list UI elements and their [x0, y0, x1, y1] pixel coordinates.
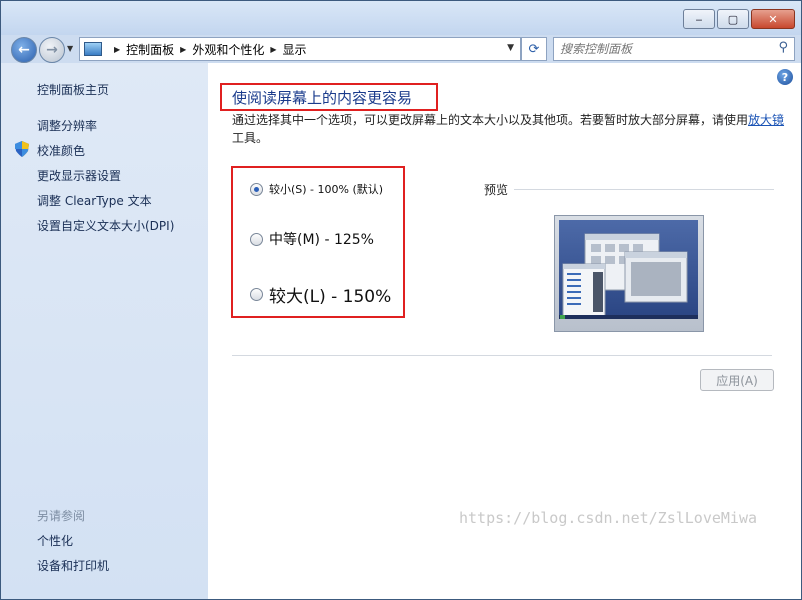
option-medium[interactable]: 中等(M) - 125%	[250, 229, 374, 249]
window-controls: ‒ ▢ ✕	[681, 9, 795, 29]
search-input[interactable]	[554, 38, 762, 60]
sidebar-item-display-settings[interactable]: 更改显示器设置	[37, 167, 121, 184]
description-tail: 工具。	[232, 131, 269, 145]
close-button[interactable]: ✕	[751, 9, 795, 29]
radio-smaller[interactable]	[250, 182, 263, 196]
option-smaller[interactable]: 较小(S) - 100% (默认)	[250, 181, 383, 197]
help-icon[interactable]: ?	[777, 69, 793, 85]
address-row: ← → ▼ ▶ 控制面板 ▶ 外观和个性化 ▶ 显示 ▼ ⟳ ⚲	[1, 35, 801, 63]
breadcrumb-arrow-icon[interactable]: ▶	[180, 45, 186, 54]
minimize-button[interactable]: ‒	[683, 9, 715, 29]
watermark: https://blog.csdn.net/ZslLoveMiwa	[459, 509, 758, 527]
preview-screen	[559, 220, 698, 319]
breadcrumb-control-panel[interactable]: 控制面板	[126, 41, 174, 58]
breadcrumb-display[interactable]: 显示	[283, 41, 307, 58]
uac-shield-icon	[15, 141, 29, 157]
sidebar-item-custom-dpi[interactable]: 设置自定义文本大小(DPI)	[37, 217, 174, 234]
control-panel-window: ‒ ▢ ✕ ← → ▼ ▶ 控制面板 ▶ 外观和个性化 ▶ 显示 ▼ ⟳ ⚲ 控…	[0, 0, 802, 600]
preview-monitor-image	[554, 215, 704, 332]
see-also-heading: 另请参阅	[37, 509, 86, 523]
option-smaller-label[interactable]: 较小(S) - 100% (默认)	[269, 181, 383, 197]
address-bar[interactable]: ▶ 控制面板 ▶ 外观和个性化 ▶ 显示 ▼	[79, 37, 521, 61]
option-larger-label[interactable]: 较大(L) - 150%	[269, 282, 391, 307]
radio-larger[interactable]	[250, 288, 263, 301]
content-divider	[232, 355, 772, 356]
maximize-button[interactable]: ▢	[717, 9, 749, 29]
search-icon[interactable]: ⚲	[778, 40, 788, 55]
sidebar-item-home[interactable]: 控制面板主页	[37, 81, 109, 98]
preview-label: 预览	[484, 183, 509, 197]
radio-medium[interactable]	[250, 232, 263, 246]
control-panel-icon	[84, 42, 102, 56]
title-bar: ‒ ▢ ✕	[1, 1, 801, 35]
recent-pages-dropdown-icon[interactable]: ▼	[67, 44, 73, 53]
sidebar: 控制面板主页 调整分辨率 校准颜色 更改显示器设置 调整 ClearType 文…	[1, 63, 208, 599]
page-title: 使阅读屏幕上的内容更容易	[232, 89, 413, 107]
breadcrumb-appearance[interactable]: 外观和个性化	[192, 41, 264, 58]
sidebar-item-resolution[interactable]: 调整分辨率	[37, 117, 97, 134]
sidebar-item-calibrate-color[interactable]: 校准颜色	[37, 142, 85, 159]
address-dropdown-icon[interactable]: ▼	[507, 43, 514, 53]
back-button[interactable]: ←	[11, 37, 37, 63]
option-larger[interactable]: 较大(L) - 150%	[250, 282, 391, 307]
breadcrumb-arrow-icon[interactable]: ▶	[114, 45, 120, 54]
forward-button[interactable]: →	[39, 37, 65, 63]
sidebar-item-devices-printers[interactable]: 设备和打印机	[37, 557, 109, 574]
magnifier-link[interactable]: 放大镜	[748, 113, 784, 127]
description: 通过选择其中一个选项，可以更改屏幕上的文本大小以及其他项。若要暂时放大部分屏幕，…	[232, 111, 792, 147]
preview-windows-illustration	[559, 233, 698, 319]
option-medium-label[interactable]: 中等(M) - 125%	[269, 229, 374, 249]
sidebar-item-cleartype[interactable]: 调整 ClearType 文本	[37, 192, 152, 209]
search-box[interactable]: ⚲	[553, 37, 795, 61]
description-text: 通过选择其中一个选项，可以更改屏幕上的文本大小以及其他项。若要暂时放大部分屏幕，…	[232, 113, 749, 127]
preview-divider	[514, 189, 774, 190]
breadcrumb-arrow-icon[interactable]: ▶	[270, 45, 276, 54]
sidebar-item-personalization[interactable]: 个性化	[37, 532, 73, 549]
apply-button[interactable]: 应用(A)	[700, 369, 774, 391]
refresh-button[interactable]: ⟳	[521, 37, 547, 61]
